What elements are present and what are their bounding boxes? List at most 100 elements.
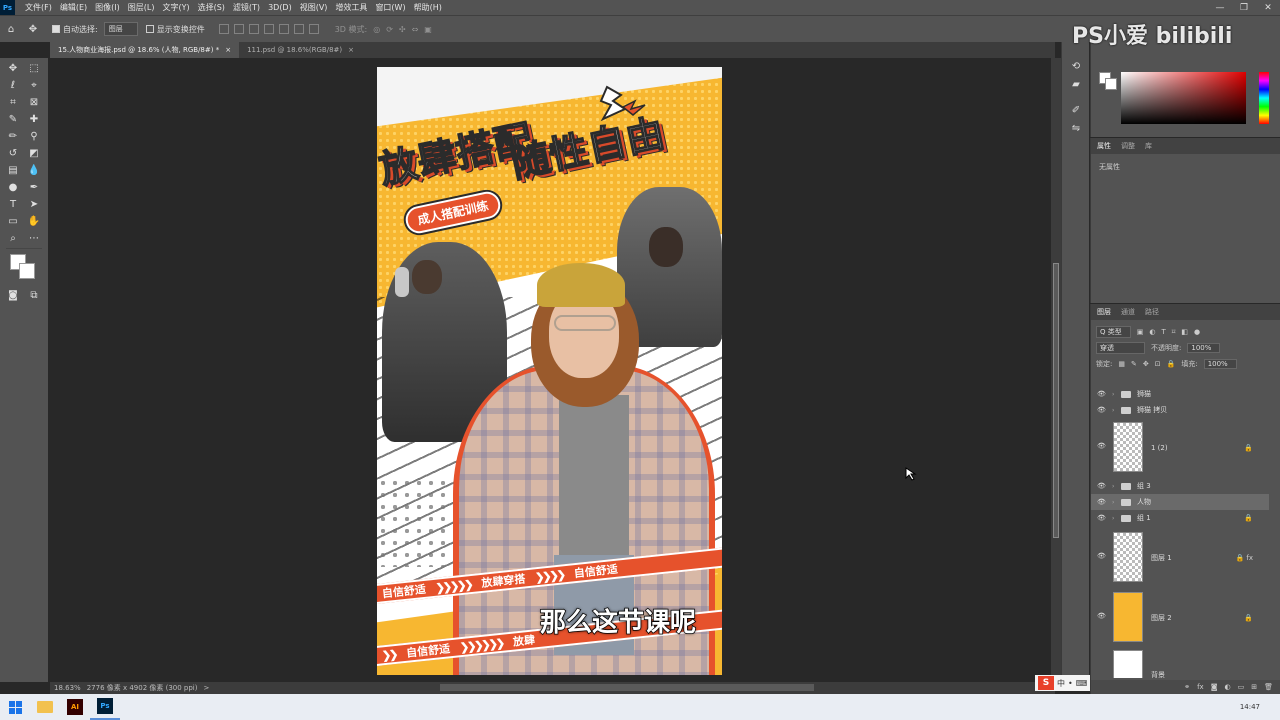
blend-mode-dropdown[interactable]: 穿透 [1096, 342, 1145, 354]
minimize-button[interactable]: — [1208, 0, 1232, 15]
history-icon[interactable]: ⟲ [1070, 60, 1082, 72]
eraser-tool-icon[interactable]: ◩ [27, 146, 41, 160]
move-tool-icon[interactable]: ✥ [6, 61, 20, 75]
rectangle-tool-icon[interactable]: ▭ [6, 214, 20, 228]
healing-brush-icon[interactable]: ✚ [27, 112, 41, 126]
move-tool-icon[interactable]: ✥ [25, 21, 41, 37]
new-group-icon[interactable]: ▭ [1238, 683, 1245, 691]
quick-mask-icon[interactable]: ◙ [6, 288, 20, 302]
layer-row-background[interactable]: 背景 [1091, 648, 1269, 678]
color-panel-swatches[interactable] [1099, 72, 1117, 90]
restore-button[interactable]: ❐ [1232, 0, 1256, 15]
menu-plugins[interactable]: 增效工具 [331, 2, 371, 13]
sogou-ime-icon[interactable]: S [1038, 676, 1054, 690]
3d-roll-icon[interactable]: ⟳ [386, 25, 393, 34]
menu-3d[interactable]: 3D(D) [264, 3, 296, 12]
delete-layer-icon[interactable]: 🗑 [1264, 683, 1273, 691]
layer-row-group[interactable]: 👁 › 狮猫 拷贝 [1091, 402, 1269, 418]
visibility-eye-icon[interactable]: 👁 [1097, 390, 1106, 398]
tab-channels[interactable]: 通道 [1121, 307, 1135, 317]
start-button[interactable] [0, 694, 30, 720]
layer-filter-dropdown[interactable]: Q 类型 [1096, 326, 1131, 338]
filter-type-icon[interactable]: T [1161, 328, 1165, 336]
crop-tool-icon[interactable]: ⌗ [6, 95, 20, 109]
screen-mode-icon[interactable]: ⧉ [27, 288, 41, 302]
layer-row-smart-object[interactable]: 👁 1 (2) 🔒 [1091, 420, 1269, 476]
align-bottom-icon[interactable] [293, 24, 304, 34]
menu-help[interactable]: 帮助(H) [410, 2, 446, 13]
menu-file[interactable]: 文件(F) [21, 2, 56, 13]
pen-tool-icon[interactable]: ✒ [27, 180, 41, 194]
3d-slide-icon[interactable]: ⇔ [412, 25, 419, 34]
menu-view[interactable]: 视图(V) [296, 2, 332, 13]
background-swatch[interactable] [1105, 78, 1117, 90]
lock-position-icon[interactable]: ✥ [1143, 360, 1149, 368]
auto-select-target-dropdown[interactable]: 图层 [103, 22, 138, 36]
visibility-eye-icon[interactable]: 👁 [1097, 442, 1106, 450]
lock-paint-icon[interactable]: ✎ [1131, 360, 1137, 368]
tab-poster-document[interactable]: 15.人物商业海报.psd @ 18.6% (人物, RGB/8#) * × [50, 42, 240, 58]
menu-edit[interactable]: 编辑(E) [56, 2, 91, 13]
3d-scale-icon[interactable]: ▣ [424, 25, 432, 34]
comments-icon[interactable]: ▰ [1070, 78, 1082, 90]
align-right-icon[interactable] [248, 24, 259, 34]
adjustment-layer-icon[interactable]: ◐ [1225, 683, 1231, 691]
zoom-tool-icon[interactable]: ⌕ [6, 231, 20, 245]
path-select-icon[interactable]: ➤ [27, 197, 41, 211]
menu-layer[interactable]: 图层(L) [124, 2, 159, 13]
home-icon[interactable]: ⌂ [3, 21, 19, 37]
opacity-input[interactable]: 100% [1187, 343, 1221, 353]
color-swatches[interactable] [10, 254, 36, 280]
menu-filter[interactable]: 滤镜(T) [229, 2, 264, 13]
status-menu-arrow[interactable]: > [203, 684, 209, 692]
show-transform-checkbox[interactable] [145, 25, 154, 33]
3d-pan-icon[interactable]: ✣ [399, 25, 406, 34]
color-picker-field[interactable] [1121, 72, 1246, 124]
align-left-icon[interactable] [218, 24, 229, 34]
layer-row-group-selected[interactable]: 👁 › 人物 [1091, 494, 1269, 510]
filter-smart-icon[interactable]: ◧ [1181, 328, 1188, 336]
tab-close-icon[interactable]: × [348, 46, 354, 54]
menu-image[interactable]: 图像(I) [91, 2, 124, 13]
tab-layers[interactable]: 图层 [1097, 307, 1111, 317]
expand-arrow-icon[interactable]: › [1112, 515, 1114, 522]
adjust-icon[interactable]: ⇋ [1070, 122, 1082, 134]
more-tools-icon[interactable]: ⋯ [27, 231, 41, 245]
distribute-icon[interactable] [308, 24, 319, 34]
ime-punct-icon[interactable]: • [1068, 679, 1073, 688]
visibility-eye-icon[interactable]: 👁 [1097, 498, 1106, 506]
add-mask-icon[interactable]: ◙ [1211, 683, 1218, 691]
lasso-tool-icon[interactable]: ℓ [6, 78, 20, 92]
eyedropper-tool-icon[interactable]: ✎ [6, 112, 20, 126]
lock-artboard-icon[interactable]: ⊡ [1155, 360, 1161, 368]
dodge-tool-icon[interactable]: ● [6, 180, 20, 194]
hue-slider[interactable] [1259, 72, 1269, 124]
expand-arrow-icon[interactable]: › [1112, 499, 1114, 506]
layer-row-group[interactable]: 👁 › 组 3 [1091, 478, 1269, 494]
new-layer-icon[interactable]: ⊞ [1251, 683, 1257, 691]
tab-111-document[interactable]: 111.psd @ 18.6%(RGB/8#) × [239, 42, 362, 58]
tab-close-icon[interactable]: × [225, 46, 231, 54]
layer-row-group[interactable]: 👁 › 组 1 🔒 [1091, 510, 1269, 526]
vertical-scroll-thumb[interactable] [1053, 263, 1059, 538]
vertical-scrollbar[interactable] [1051, 58, 1061, 682]
layer-row-pixel[interactable]: 👁 图层 1 🔒 fx [1091, 530, 1269, 586]
tab-paths[interactable]: 路径 [1145, 307, 1159, 317]
tab-adjustments[interactable]: 调整 [1121, 141, 1135, 151]
brush-tool-icon[interactable]: ✏ [6, 129, 20, 143]
filter-shape-icon[interactable]: ⌑ [1172, 328, 1176, 336]
link-layers-icon[interactable]: ⚭ [1184, 683, 1190, 691]
illustrator-taskbar-button[interactable]: AI [60, 694, 90, 720]
background-color-swatch[interactable] [19, 263, 35, 279]
3d-orbit-icon[interactable]: ◎ [373, 25, 380, 34]
align-center-icon[interactable] [233, 24, 244, 34]
gradient-tool-icon[interactable]: ▤ [6, 163, 20, 177]
menu-select[interactable]: 选择(S) [194, 2, 229, 13]
zoom-level[interactable]: 18.63% [54, 684, 81, 692]
align-middle-icon[interactable] [278, 24, 289, 34]
layer-row-group[interactable]: 👁 › 狮猫 [1091, 386, 1269, 402]
photoshop-taskbar-button[interactable]: Ps [90, 694, 120, 720]
fx-icon[interactable]: fx [1197, 683, 1204, 691]
lock-all-icon[interactable]: 🔒 [1167, 360, 1176, 368]
tab-libraries[interactable]: 库 [1145, 141, 1152, 151]
